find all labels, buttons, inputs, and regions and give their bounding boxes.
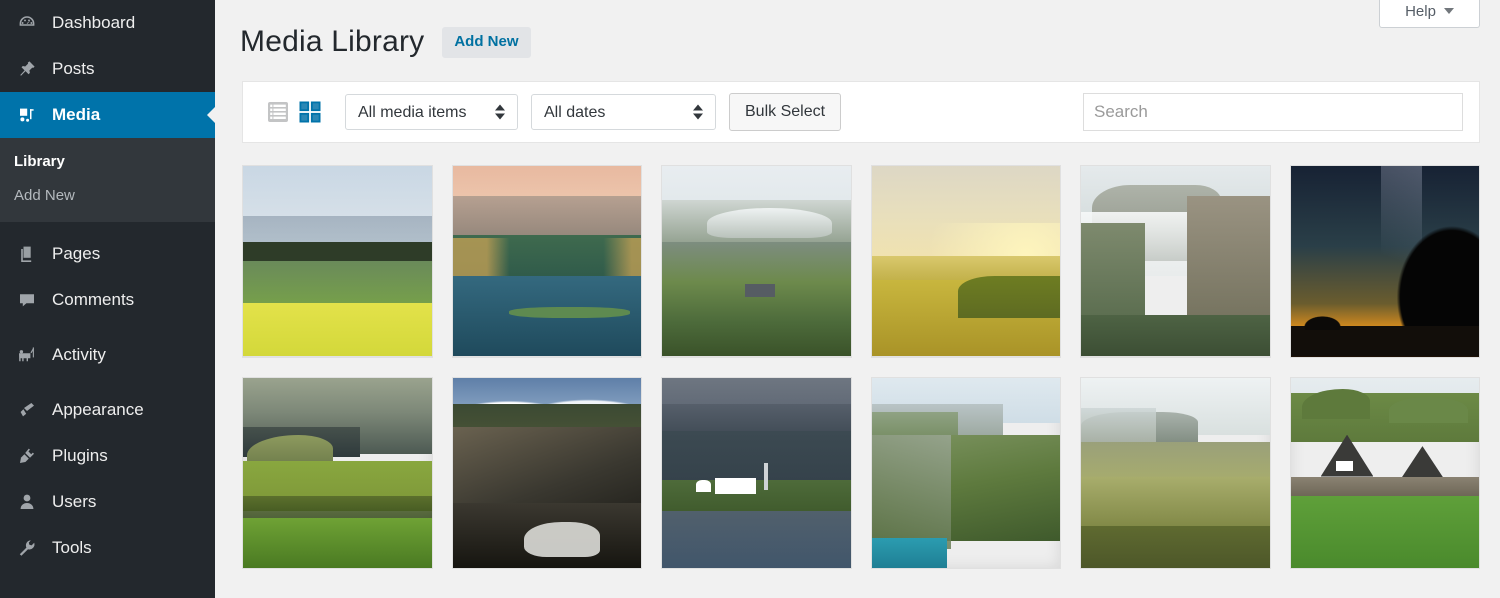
thumbnail-image <box>871 377 1060 569</box>
grid-view-icon[interactable] <box>299 101 321 123</box>
thumbnail-image <box>1290 377 1479 569</box>
thumbnail-image <box>243 166 432 357</box>
thumbnail-image <box>243 377 432 569</box>
date-filter[interactable]: All dates <box>531 94 716 130</box>
sidebar-item-label: Plugins <box>52 446 108 465</box>
activity-icon <box>14 344 40 366</box>
sidebar-item-pages[interactable]: Pages <box>0 231 215 277</box>
sidebar-item-activity[interactable]: Activity <box>0 332 215 378</box>
media-thumbnail[interactable] <box>1080 165 1271 358</box>
date-filter-wrap: All dates <box>531 94 716 130</box>
media-thumbnail[interactable] <box>242 376 433 569</box>
plugin-icon <box>14 445 40 467</box>
sidebar-item-label: Activity <box>52 345 106 364</box>
sidebar-item-posts[interactable]: Posts <box>0 46 215 92</box>
pin-icon <box>14 58 40 80</box>
sidebar-item-label: Tools <box>52 538 92 557</box>
list-view-icon[interactable] <box>267 101 289 123</box>
thumbnail-image <box>452 166 641 357</box>
sidebar-separator <box>0 323 215 332</box>
media-thumbnail[interactable] <box>661 376 852 569</box>
thumbnail-image <box>662 377 851 569</box>
wrench-icon <box>14 537 40 559</box>
thumbnail-image <box>1081 377 1270 569</box>
media-thumbnail[interactable] <box>1289 165 1480 358</box>
sidebar-item-label: Comments <box>52 290 135 309</box>
sidebar-item-appearance[interactable]: Appearance <box>0 387 215 433</box>
sidebar-item-tools[interactable]: Tools <box>0 525 215 571</box>
page-header: Media Library Add New <box>215 0 1500 64</box>
media-type-filter[interactable]: All media itemsImagesAudioVideoUnattache… <box>345 94 518 130</box>
sidebar-item-comments[interactable]: Comments <box>0 277 215 323</box>
media-submenu: Library Add New <box>0 138 215 222</box>
sidebar-item-label: Media <box>52 105 101 124</box>
thumbnail-image <box>452 377 641 569</box>
main-content: Help Media Library Add New All media ite… <box>215 0 1500 598</box>
add-new-button[interactable]: Add New <box>442 26 531 58</box>
sidebar-item-label: Dashboard <box>52 13 136 32</box>
wordpress-admin-screen: Dashboard Posts Media Library Add New Pa… <box>0 0 1500 598</box>
thumbnail-image <box>1290 166 1479 357</box>
media-icon <box>14 104 40 126</box>
media-filter-wrap: All media itemsImagesAudioVideoUnattache… <box>345 94 518 130</box>
sidebar-separator <box>0 378 215 387</box>
media-thumbnail[interactable] <box>1080 376 1271 569</box>
help-tab-button[interactable]: Help <box>1379 0 1480 28</box>
bulk-select-button[interactable]: Bulk Select <box>729 93 842 131</box>
sidebar-item-media[interactable]: Media <box>0 92 215 138</box>
thumbnail-image <box>1081 166 1270 357</box>
admin-sidebar: Dashboard Posts Media Library Add New Pa… <box>0 0 215 598</box>
media-thumbnail[interactable] <box>870 376 1061 569</box>
media-grid <box>242 165 1480 569</box>
search-input[interactable] <box>1083 93 1463 131</box>
thumbnail-image <box>871 166 1060 357</box>
sidebar-item-label: Posts <box>52 59 95 78</box>
sidebar-item-label: Pages <box>52 244 101 263</box>
brush-icon <box>14 399 40 421</box>
comment-icon <box>14 289 40 311</box>
media-thumbnail[interactable] <box>451 165 642 358</box>
user-icon <box>14 491 40 513</box>
chevron-down-icon <box>1443 8 1454 14</box>
media-thumbnail[interactable] <box>242 165 433 358</box>
media-thumbnail[interactable] <box>451 376 642 569</box>
media-toolbar: All media itemsImagesAudioVideoUnattache… <box>242 81 1480 143</box>
media-thumbnail[interactable] <box>870 165 1061 358</box>
sidebar-item-dashboard[interactable]: Dashboard <box>0 0 215 46</box>
sidebar-separator <box>0 222 215 231</box>
sidebar-item-label: Appearance <box>52 400 144 419</box>
sidebar-item-users[interactable]: Users <box>0 479 215 525</box>
dashboard-icon <box>14 12 40 34</box>
pages-icon <box>14 243 40 265</box>
help-tab-label: Help <box>1405 2 1436 20</box>
page-title: Media Library <box>240 25 425 58</box>
media-thumbnail[interactable] <box>1289 376 1480 569</box>
submenu-item-add-new[interactable]: Add New <box>0 179 215 213</box>
view-switch <box>267 101 321 123</box>
media-thumbnail[interactable] <box>661 165 852 358</box>
thumbnail-image <box>662 166 851 357</box>
sidebar-item-label: Users <box>52 492 97 511</box>
sidebar-item-plugins[interactable]: Plugins <box>0 433 215 479</box>
submenu-item-library[interactable]: Library <box>0 145 215 179</box>
